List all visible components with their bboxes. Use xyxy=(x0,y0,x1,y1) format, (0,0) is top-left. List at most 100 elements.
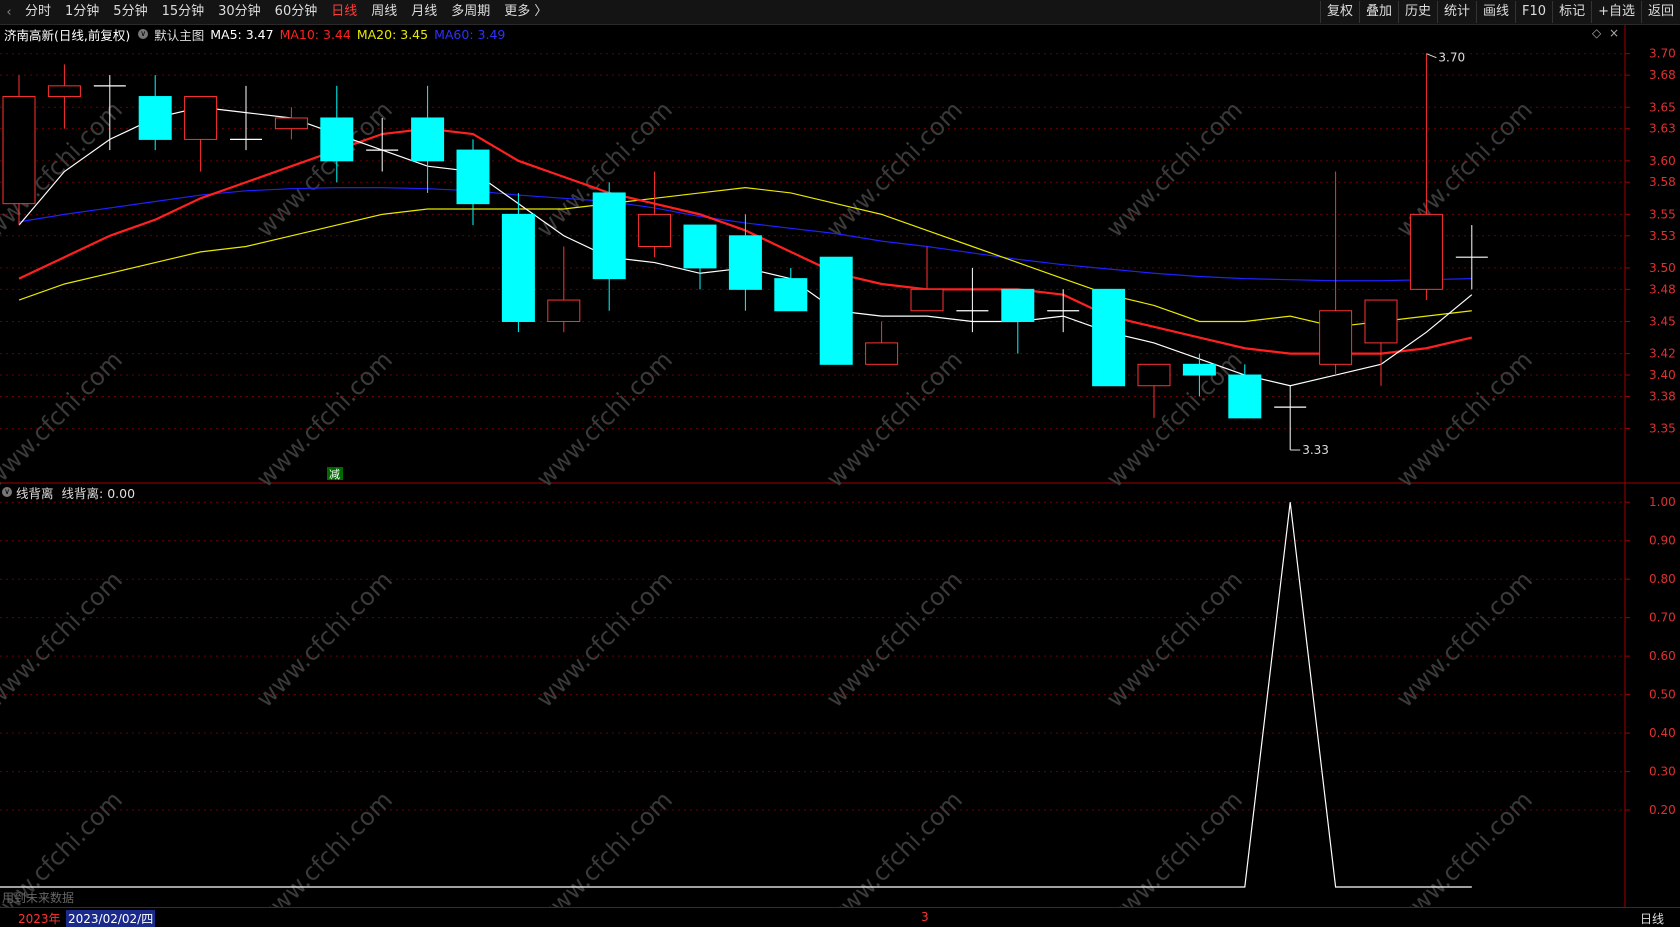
candle-body xyxy=(274,117,308,130)
price-tick-label: 3.48 xyxy=(1649,282,1676,296)
candle-body xyxy=(184,96,218,140)
candle-body xyxy=(728,235,762,290)
watermark-text: www.cfchi.com xyxy=(0,346,128,493)
period-tab-10[interactable]: 更多 〉 xyxy=(497,0,554,24)
toolbar-button-4[interactable]: 画线 xyxy=(1476,1,1515,23)
price-tick-label: 3.35 xyxy=(1649,422,1676,436)
period-toolbar: ‹ 分时 1分钟 5分钟 15分钟 30分钟 60分钟 日线 周线 月线 多周期 更多 〉 复权 叠加… xyxy=(0,0,1680,25)
indicator-line xyxy=(0,502,1472,888)
indicator-tick-label: 0.80 xyxy=(1649,572,1676,586)
indicator-tick-label: 1.00 xyxy=(1649,495,1676,509)
watermark-text: www.cfchi.com xyxy=(251,566,398,713)
price-tick-label: 3.60 xyxy=(1649,154,1676,168)
watermark-text: www.cfchi.com xyxy=(1391,566,1538,713)
price-tick-label: 3.58 xyxy=(1649,175,1676,189)
watermark-text: www.cfchi.com xyxy=(821,346,968,493)
period-tab-9[interactable]: 多周期 xyxy=(444,0,497,24)
period-tab-8[interactable]: 月线 xyxy=(404,0,444,24)
period-tab-2[interactable]: 5分钟 xyxy=(106,0,154,24)
price-tick-label: 3.63 xyxy=(1649,122,1676,136)
watermark-text: www.cfchi.com xyxy=(1101,786,1248,907)
price-tick-label: 3.65 xyxy=(1649,100,1676,114)
candle-body xyxy=(774,278,808,312)
candle-body xyxy=(456,149,490,205)
watermark-text: www.cfchi.com xyxy=(0,566,128,713)
watermark-text: www.cfchi.com xyxy=(1101,566,1248,713)
year-label: 2023年 xyxy=(18,912,61,926)
price-tick-label: 3.70 xyxy=(1649,47,1676,61)
watermark-text: www.cfchi.com xyxy=(531,566,678,713)
candle-body xyxy=(1001,288,1035,322)
period-tab-6[interactable]: 日线 xyxy=(324,0,364,24)
candle-body xyxy=(638,213,672,248)
watermark-text: www.cfchi.com xyxy=(251,346,398,493)
period-tab-5[interactable]: 60分钟 xyxy=(268,0,325,24)
price-tick-label: 3.40 xyxy=(1649,368,1676,382)
toolbar-button-2[interactable]: 历史 xyxy=(1397,1,1437,23)
high-price-label: 3.70 xyxy=(1438,51,1465,65)
month-marker: 3 xyxy=(921,910,929,924)
candle-body xyxy=(411,117,445,162)
close-icon: × xyxy=(1609,26,1619,40)
candle-body xyxy=(819,256,853,365)
price-tick-label: 3.38 xyxy=(1649,389,1676,403)
price-tick-label: 3.45 xyxy=(1649,314,1676,328)
price-tick-label: 3.55 xyxy=(1649,207,1676,221)
kline-chart[interactable]: www.cfchi.com www.cfchi.com www.cfchi.com w… xyxy=(0,25,1680,907)
low-price-label: 3.33 xyxy=(1302,443,1329,457)
signal-label: 减 xyxy=(329,468,340,481)
toolbar-button-8[interactable]: 返回 xyxy=(1640,1,1680,23)
indicator-tick-label: 0.30 xyxy=(1649,765,1676,779)
period-list: ‹ 分时 1分钟 5分钟 15分钟 30分钟 60分钟 日线 周线 月线 多周期 更多 〉 xyxy=(0,0,554,24)
indicator-tick-label: 0.60 xyxy=(1649,649,1676,663)
toolbar-button-1[interactable]: 叠加 xyxy=(1358,1,1398,23)
candle-body xyxy=(1182,363,1216,376)
candle-body xyxy=(320,117,354,162)
period-tab-1[interactable]: 1分钟 xyxy=(58,0,106,24)
toolbar-button-3[interactable]: 统计 xyxy=(1437,1,1476,23)
period-tab-4[interactable]: 30分钟 xyxy=(211,0,268,24)
watermark-text: www.cfchi.com xyxy=(821,566,968,713)
period-tab-0[interactable]: 分时 xyxy=(18,0,58,24)
candle-body xyxy=(1137,363,1171,387)
candle-body xyxy=(1319,310,1353,365)
candle-body xyxy=(501,213,535,322)
price-tick-label: 3.50 xyxy=(1649,261,1676,275)
candle-body xyxy=(2,96,36,205)
price-tick-label: 3.53 xyxy=(1649,229,1676,243)
watermark-text: www.cfchi.com xyxy=(1101,96,1248,243)
candle-body xyxy=(1364,299,1398,344)
candle-body xyxy=(1409,213,1443,290)
period-label: 日线 xyxy=(1640,912,1665,926)
indicator-tick-label: 0.70 xyxy=(1649,611,1676,625)
toolbar-button-0[interactable]: 复权 xyxy=(1319,1,1359,23)
period-tab-7[interactable]: 周线 xyxy=(364,0,404,24)
indicator-tick-label: 0.90 xyxy=(1649,534,1676,548)
diamond-icon: ◇ xyxy=(1592,26,1602,40)
toolbar-button-7[interactable]: +自选 xyxy=(1591,1,1641,23)
watermark-text: www.cfchi.com xyxy=(531,346,678,493)
watermark-text: www.cfchi.com xyxy=(1391,786,1538,907)
high-pointer xyxy=(1426,53,1437,59)
indicator-tick-label: 0.20 xyxy=(1649,803,1676,817)
indicator-tick-label: 0.40 xyxy=(1649,726,1676,740)
time-axis-bar: 2023年 2023/02/02/四 3 日线 xyxy=(0,907,1680,927)
price-tick-label: 3.42 xyxy=(1649,347,1676,361)
watermark-text: www.cfchi.com xyxy=(1391,346,1538,493)
toolbar-button-5[interactable]: F10 xyxy=(1515,1,1552,23)
candle-body xyxy=(683,224,717,269)
watermark-text: www.cfchi.com xyxy=(821,96,968,243)
watermark-text: www.cfchi.com xyxy=(251,786,398,907)
candle-body xyxy=(1228,374,1262,419)
candle-body xyxy=(592,192,626,280)
period-tab-3[interactable]: 15分钟 xyxy=(155,0,212,24)
toolbar-button-6[interactable]: 标记 xyxy=(1552,1,1591,23)
price-tick-label: 3.68 xyxy=(1649,68,1676,82)
watermark-text: www.cfchi.com xyxy=(821,786,968,907)
watermark-text: www.cfchi.com xyxy=(0,786,128,907)
candle-body xyxy=(865,342,899,365)
candle-body xyxy=(1092,288,1126,387)
back-arrow-icon[interactable]: ‹ xyxy=(0,5,18,20)
cursor-date: 2023/02/02/四 xyxy=(66,910,156,927)
toolbar-right-buttons: 复权 叠加 历史 统计 画线 F10 标记 +自选 返回 xyxy=(1319,0,1680,24)
